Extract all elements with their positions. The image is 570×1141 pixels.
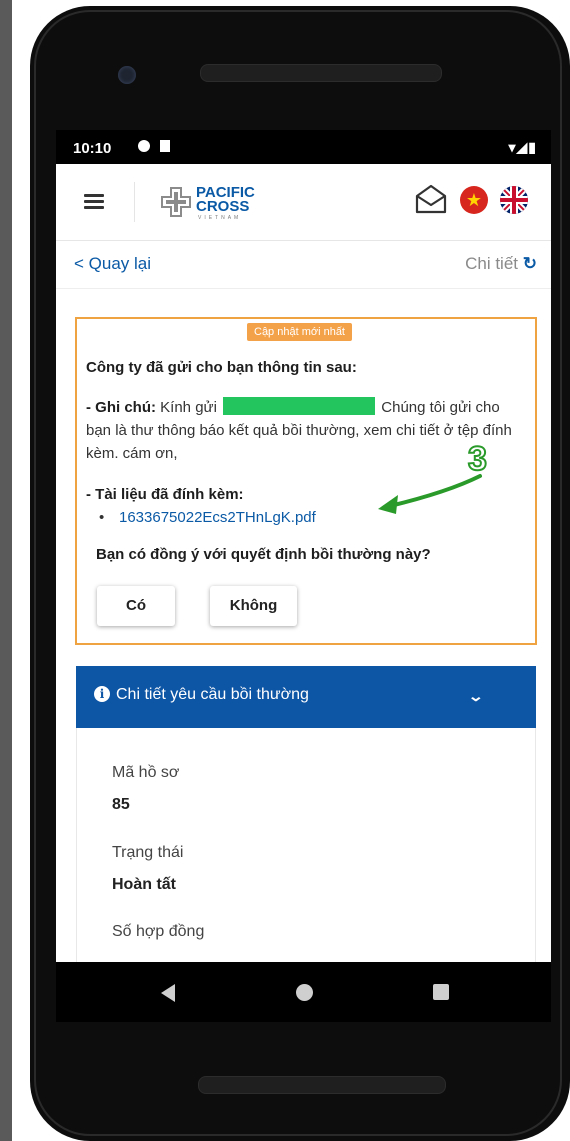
notice-heading: Công ty đã gửi cho bạn thông tin sau: (86, 359, 357, 376)
sub-navigation: < Quay lại Chi tiết ↻ (56, 240, 551, 289)
field-value-file-id: 85 (112, 796, 130, 813)
sd-card-icon (160, 140, 170, 152)
agree-no-button[interactable]: Không (210, 586, 297, 626)
hamburger-menu-icon[interactable] (84, 194, 104, 210)
agree-yes-button[interactable]: Có (97, 586, 175, 626)
annotation-arrow-icon (378, 474, 482, 514)
android-nav-bar (56, 962, 551, 1022)
background-device-edge (0, 0, 12, 1141)
note-label: - Ghi chú: (86, 399, 156, 416)
shield-icon (138, 140, 150, 152)
chevron-down-icon[interactable]: ⌄ (468, 688, 484, 705)
logo-subtitle: VIETNAM (198, 215, 242, 221)
pacific-cross-logo[interactable]: PACIFIC CROSS VIETNAM (160, 184, 270, 222)
attachments-heading: - Tài liệu đã đính kèm: (86, 486, 244, 503)
logo-wordmark: PACIFIC CROSS (196, 185, 255, 215)
nav-back-icon[interactable] (161, 984, 175, 1002)
attachment-link[interactable]: 1633675022Ecs2THnLgK.pdf (99, 509, 316, 526)
logo-cross-icon (161, 187, 191, 217)
status-bar: 10:10 ▾◢▮ (56, 130, 551, 164)
claim-details-header[interactable]: i Chi tiết yêu cầu bồi thường ⌄ (76, 666, 536, 728)
refresh-icon: ↻ (522, 254, 537, 273)
uk-flag-icon[interactable] (500, 186, 528, 214)
phone-screen: 10:10 ▾◢▮ PACIFIC CROSS VIETNAM ★ < Quay… (56, 130, 551, 962)
field-label-status: Trạng thái (112, 844, 184, 861)
header-divider (134, 182, 135, 222)
top-speaker (200, 64, 442, 82)
field-label-file-id: Mã hồ sơ (112, 764, 180, 781)
status-time: 10:10 (73, 140, 112, 157)
logo-line-2: CROSS (196, 198, 250, 215)
info-icon: i (94, 686, 110, 702)
nav-recents-icon[interactable] (433, 984, 449, 1000)
back-link[interactable]: < Quay lại (74, 254, 151, 274)
bottom-speaker (198, 1076, 446, 1094)
redacted-name (223, 397, 376, 415)
note-prefix: Kính gửi (160, 399, 217, 416)
detail-refresh-link[interactable]: Chi tiết ↻ (465, 254, 537, 274)
latest-update-badge: Cập nhật mới nhất (247, 323, 352, 341)
agreement-question: Bạn có đồng ý với quyết định bồi thường … (96, 546, 431, 563)
claim-details-body: Mã hồ sơ 85 Trạng thái Hoàn tất Số hợp đ… (76, 728, 536, 962)
signal-battery-icons: ▾◢▮ (508, 139, 537, 155)
claim-details-title: Chi tiết yêu cầu bồi thường (116, 686, 309, 703)
field-value-status: Hoàn tất (112, 876, 176, 893)
app-header: PACIFIC CROSS VIETNAM ★ (56, 164, 551, 241)
front-camera (118, 66, 136, 84)
vietnam-flag-icon[interactable]: ★ (460, 186, 488, 214)
mail-icon[interactable] (414, 183, 448, 215)
detail-label: Chi tiết (465, 254, 519, 273)
note-paragraph: - Ghi chú: Kính gửi Chúng tôi gửi cho bạ… (86, 396, 526, 465)
field-label-contract-number: Số hợp đồng (112, 923, 205, 940)
nav-home-icon[interactable] (296, 984, 313, 1001)
